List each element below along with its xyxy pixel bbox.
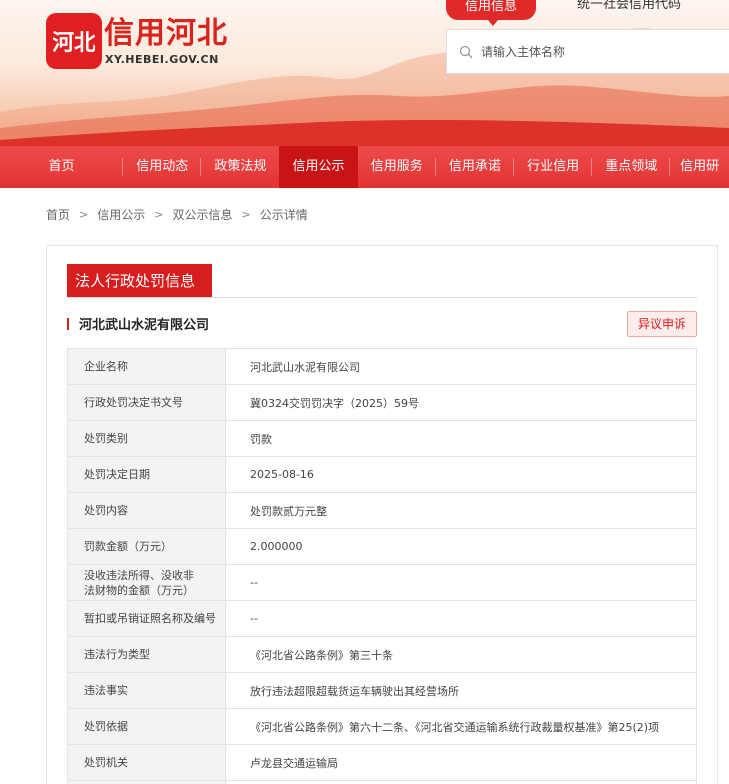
field-label: 没收违法所得、没收非法财物的金额（万元） <box>67 564 226 601</box>
nav-item-commitment[interactable]: 信用承诺 <box>436 146 515 188</box>
field-value: 河北武山水泥有限公司 <box>225 348 697 385</box>
table-row: 处罚决定日期 2025-08-16 <box>67 456 697 493</box>
info-table: 企业名称 河北武山水泥有限公司 行政处罚决定书文号 冀0324交罚罚决字（2025）… <box>67 348 697 784</box>
breadcrumb-detail: 公示详情 <box>259 208 308 222</box>
field-label: 处罚依据 <box>67 708 226 745</box>
nav-item-home[interactable]: 首页 <box>0 146 124 188</box>
table-row: 企业名称 河北武山水泥有限公司 <box>67 348 697 385</box>
table-row: 处罚依据 《河北省公路条例》第六十二条、《河北省交通运输系统行政裁量权基准》第25… <box>67 708 697 745</box>
table-row: 行政处罚决定书文号 冀0324交罚罚决字（2025）59号 <box>67 384 697 421</box>
field-label: 违法事实 <box>67 672 226 709</box>
detail-panel: 法人行政处罚信息 河北武山水泥有限公司 异议申诉 企业名称 河北武山水泥有限公司 … <box>46 245 718 784</box>
search-box <box>446 29 729 74</box>
table-row: 罚款金额（万元） 2.000000 <box>67 528 697 565</box>
field-value: 《河北省公路条例》第三十条 <box>225 636 697 673</box>
divider <box>67 297 697 298</box>
table-row: 违法行为类型 《河北省公路条例》第三十条 <box>67 636 697 673</box>
field-label: 企业名称 <box>67 348 226 385</box>
table-row <box>67 780 697 784</box>
chevron-right-icon: > <box>79 208 89 221</box>
field-label: 处罚内容 <box>67 492 226 529</box>
svg-text:河北: 河北 <box>53 31 95 56</box>
field-value: -- <box>225 564 697 601</box>
search-tab-credit-info[interactable]: 信用信息 <box>446 0 536 26</box>
field-value: 罚款 <box>225 420 697 457</box>
nav-item-research[interactable]: 信用研 <box>670 146 729 188</box>
chevron-right-icon: > <box>241 208 251 221</box>
field-value: 《河北省公路条例》第六十二条、《河北省交通运输系统行政裁量权基准》第25(2)项 <box>225 708 697 745</box>
table-row: 处罚类别 罚款 <box>67 420 697 457</box>
search-input[interactable] <box>481 44 711 59</box>
breadcrumb-home[interactable]: 首页 <box>46 206 70 223</box>
table-row: 处罚机关 卢龙县交通运输局 <box>67 744 697 781</box>
field-label: 处罚类别 <box>67 420 226 457</box>
field-value: 卢龙县交通运输局 <box>225 744 697 781</box>
site-title[interactable]: 信用河北 <box>104 16 228 52</box>
search-icon[interactable] <box>459 45 473 59</box>
panel-title: 法人行政处罚信息 <box>67 264 212 298</box>
field-value: 2025-08-16 <box>225 456 697 493</box>
appeal-button[interactable]: 异议申诉 <box>627 311 697 337</box>
field-value: 冀0324交罚罚决字（2025）59号 <box>225 384 697 421</box>
nav-item-publicity[interactable]: 信用公示 <box>279 146 358 188</box>
nav-item-service[interactable]: 信用服务 <box>358 146 436 188</box>
nav-item-key-areas[interactable]: 重点领域 <box>592 146 671 188</box>
table-row: 处罚内容 处罚款贰万元整 <box>67 492 697 529</box>
company-name: 河北武山水泥有限公司 <box>67 314 209 333</box>
breadcrumb: 首页 > 信用公示 > 双公示信息 > 公示详情 <box>46 206 308 223</box>
field-label <box>67 780 226 784</box>
logo-icon[interactable]: 河北 <box>46 13 102 69</box>
field-label: 处罚决定日期 <box>67 456 226 493</box>
breadcrumb-publicity[interactable]: 信用公示 <box>97 206 145 223</box>
breadcrumb-double-publicity[interactable]: 双公示信息 <box>172 206 232 223</box>
table-row: 暂扣或吊销证照名称及编号 -- <box>67 600 697 637</box>
main-nav: 首页 信用动态 政策法规 信用公示 信用服务 信用承诺 行业信用 重点领域 信用… <box>0 146 729 188</box>
nav-item-policy[interactable]: 政策法规 <box>201 146 279 188</box>
nav-item-industry[interactable]: 行业信用 <box>514 146 593 188</box>
field-value: 2.000000 <box>225 528 697 565</box>
field-label: 违法行为类型 <box>67 636 226 673</box>
search-tab-credit-code[interactable]: 统一社会信用代码 <box>577 0 681 12</box>
field-value: 处罚款贰万元整 <box>225 492 697 529</box>
field-label: 行政处罚决定书文号 <box>67 384 226 421</box>
nav-item-news[interactable]: 信用动态 <box>123 146 202 188</box>
header-banner: 河北 信用河北 XY.HEBEI.GOV.CN 信用信息 统一社会信用代码 <box>0 0 729 146</box>
field-label: 暂扣或吊销证照名称及编号 <box>67 600 226 637</box>
site-url: XY.HEBEI.GOV.CN <box>105 53 219 66</box>
field-label: 罚款金额（万元） <box>67 528 226 565</box>
field-value: -- <box>225 600 697 637</box>
field-value <box>225 780 697 784</box>
table-row: 违法事实 放行违法超限超载货运车辆驶出其经营场所 <box>67 672 697 709</box>
chevron-right-icon: > <box>154 208 164 221</box>
field-value: 放行违法超限超载货运车辆驶出其经营场所 <box>225 672 697 709</box>
field-label: 处罚机关 <box>67 744 226 781</box>
table-row: 没收违法所得、没收非法财物的金额（万元） -- <box>67 564 697 601</box>
